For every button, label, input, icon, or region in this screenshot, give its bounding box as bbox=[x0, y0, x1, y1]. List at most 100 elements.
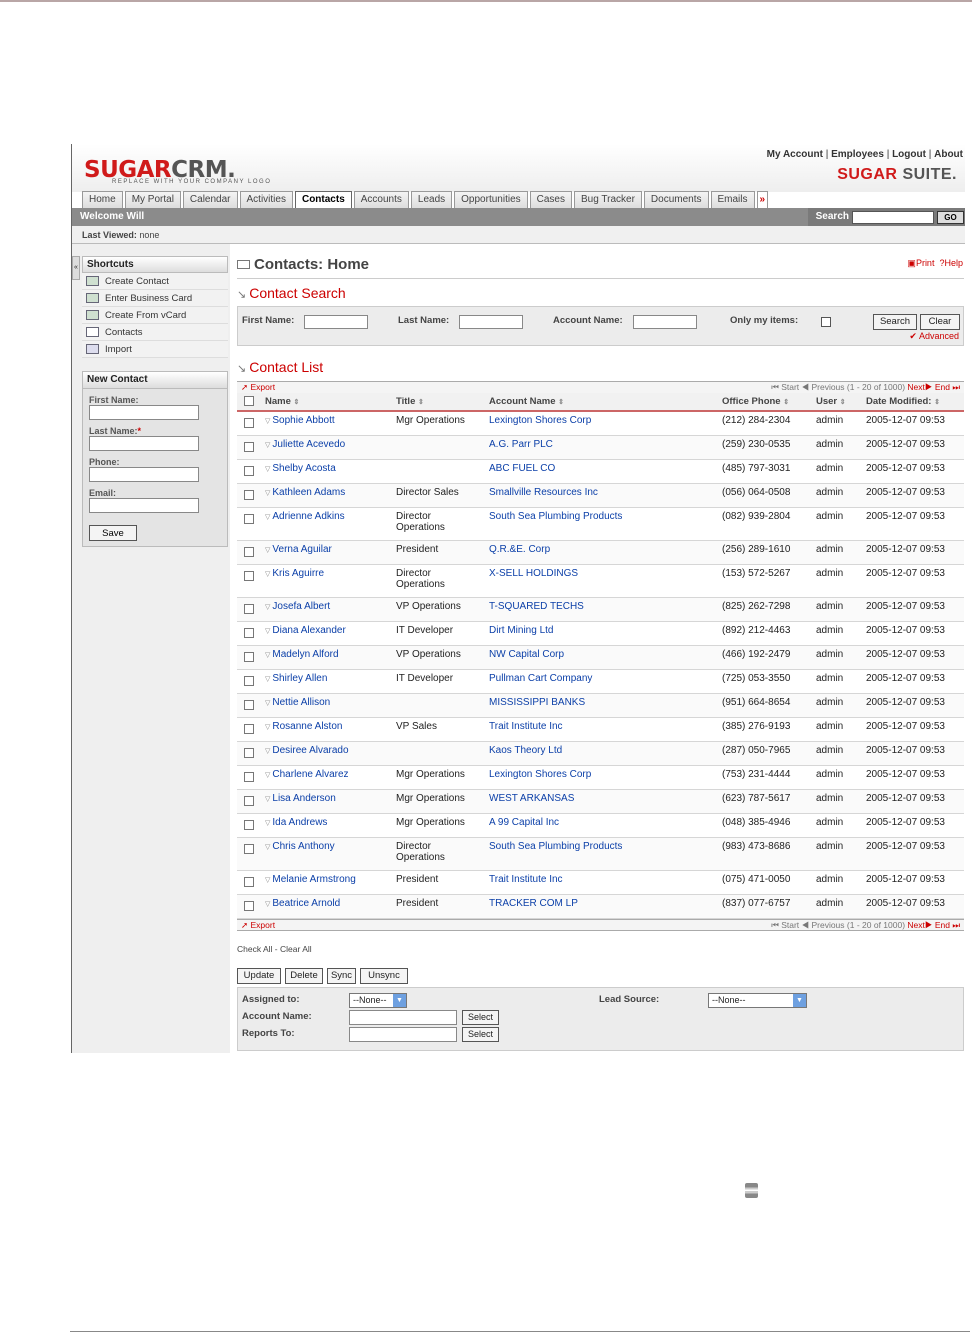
col-account-name[interactable]: Account Name ⇕ bbox=[489, 393, 722, 412]
contact-name-link[interactable]: Shirley Allen bbox=[272, 673, 327, 684]
global-search-input[interactable] bbox=[852, 210, 934, 224]
row-checkbox[interactable] bbox=[244, 441, 254, 452]
save-button[interactable]: Save bbox=[89, 525, 137, 541]
collapse-sidebar-icon[interactable]: « bbox=[72, 256, 80, 280]
account-name-link[interactable]: A.G. Parr PLC bbox=[489, 439, 553, 450]
contact-name-link[interactable]: Melanie Armstrong bbox=[272, 874, 355, 885]
tab-calendar[interactable]: Calendar bbox=[182, 191, 238, 208]
row-checkbox[interactable] bbox=[244, 900, 254, 911]
tab-home[interactable]: Home bbox=[82, 191, 123, 208]
contact-name-link[interactable]: Desiree Alvarado bbox=[272, 745, 348, 756]
account-name-link[interactable]: Dirt Mining Ltd bbox=[489, 625, 553, 636]
shortcut-contacts[interactable]: Contacts bbox=[82, 324, 228, 341]
row-checkbox[interactable] bbox=[244, 771, 254, 782]
account-name-link[interactable]: Pullman Cart Company bbox=[489, 673, 592, 684]
assigned-to-select[interactable]: --None-- ▼ bbox=[349, 993, 407, 1008]
pager-previous[interactable]: Previous bbox=[811, 920, 844, 930]
new-contact-last-name-field[interactable] bbox=[89, 436, 199, 451]
row-checkbox[interactable] bbox=[244, 843, 254, 854]
col-date-modified[interactable]: Date Modified: ⇕ bbox=[866, 393, 964, 412]
expand-icon[interactable]: ▽ bbox=[265, 604, 270, 611]
tab-cases[interactable]: Cases bbox=[529, 191, 572, 208]
account-name-link[interactable]: Q.R.&E. Corp bbox=[489, 544, 550, 555]
tab-emails[interactable]: Emails bbox=[710, 191, 755, 208]
col-name[interactable]: Name ⇕ bbox=[265, 393, 396, 412]
pager-next[interactable]: Next bbox=[907, 920, 924, 930]
expand-icon[interactable]: ▽ bbox=[265, 547, 270, 554]
new-contact-phone-field[interactable] bbox=[89, 467, 199, 482]
advanced-search-link[interactable]: ✔ Advanced bbox=[909, 331, 959, 342]
row-checkbox[interactable] bbox=[244, 570, 254, 581]
account-name-link[interactable]: TRACKER COM LP bbox=[489, 898, 578, 909]
my-account-link[interactable]: My Account bbox=[767, 149, 823, 160]
expand-icon[interactable]: ▽ bbox=[265, 442, 270, 449]
expand-icon[interactable]: ▽ bbox=[265, 418, 270, 425]
contact-name-link[interactable]: Kathleen Adams bbox=[272, 487, 345, 498]
row-checkbox[interactable] bbox=[244, 651, 254, 662]
row-checkbox[interactable] bbox=[244, 723, 254, 734]
account-name-link[interactable]: Kaos Theory Ltd bbox=[489, 745, 562, 756]
row-checkbox[interactable] bbox=[244, 513, 254, 524]
contact-name-link[interactable]: Chris Anthony bbox=[272, 841, 334, 852]
unsync-button[interactable]: Unsync bbox=[360, 968, 408, 984]
print-link[interactable]: Print bbox=[916, 258, 935, 268]
account-name-link[interactable]: WEST ARKANSAS bbox=[489, 793, 574, 804]
row-checkbox[interactable] bbox=[244, 699, 254, 710]
pager-start[interactable]: Start bbox=[781, 920, 799, 930]
reports-to-field[interactable] bbox=[349, 1027, 457, 1042]
contact-name-link[interactable]: Adrienne Adkins bbox=[272, 511, 344, 522]
row-checkbox[interactable] bbox=[244, 627, 254, 638]
contact-name-link[interactable]: Sophie Abbott bbox=[272, 415, 334, 426]
contact-name-link[interactable]: Lisa Anderson bbox=[272, 793, 335, 804]
pager-next[interactable]: Next bbox=[907, 382, 924, 392]
contact-name-link[interactable]: Shelby Acosta bbox=[272, 463, 335, 474]
contact-name-link[interactable]: Rosanne Alston bbox=[272, 721, 342, 732]
shortcut-enter-business-card[interactable]: Enter Business Card bbox=[82, 290, 228, 307]
expand-icon[interactable]: ▽ bbox=[265, 652, 270, 659]
contact-name-link[interactable]: Nettie Allison bbox=[272, 697, 330, 708]
employees-link[interactable]: Employees bbox=[831, 149, 884, 160]
account-name-link[interactable]: MISSISSIPPI BANKS bbox=[489, 697, 585, 708]
shortcut-create-from-vcard[interactable]: Create From vCard bbox=[82, 307, 228, 324]
account-name-link[interactable]: A 99 Capital Inc bbox=[489, 817, 559, 828]
tab-documents[interactable]: Documents bbox=[643, 191, 709, 208]
expand-icon[interactable]: ▽ bbox=[265, 571, 270, 578]
col-office-phone[interactable]: Office Phone ⇕ bbox=[722, 393, 816, 412]
pager-end[interactable]: End bbox=[935, 920, 950, 930]
expand-icon[interactable]: ▽ bbox=[265, 772, 270, 779]
shortcut-create-contact[interactable]: Create Contact bbox=[82, 273, 228, 290]
row-checkbox[interactable] bbox=[244, 603, 254, 614]
account-name-link[interactable]: X-SELL HOLDINGS bbox=[489, 568, 578, 579]
pager-end[interactable]: End bbox=[935, 382, 950, 392]
about-link[interactable]: About bbox=[934, 149, 963, 160]
account-name-link[interactable]: NW Capital Corp bbox=[489, 649, 564, 660]
search-first-name-input[interactable] bbox=[304, 315, 368, 329]
account-name-link[interactable]: Lexington Shores Corp bbox=[489, 769, 591, 780]
row-checkbox[interactable] bbox=[244, 418, 254, 428]
expand-icon[interactable]: ▽ bbox=[265, 514, 270, 521]
only-my-items-checkbox[interactable] bbox=[821, 317, 831, 327]
tab-leads[interactable]: Leads bbox=[410, 191, 453, 208]
account-name-link[interactable]: Smallville Resources Inc bbox=[489, 487, 598, 498]
search-account-name-input[interactable] bbox=[633, 315, 697, 329]
contact-name-link[interactable]: Josefa Albert bbox=[272, 601, 330, 612]
row-checkbox[interactable] bbox=[244, 489, 254, 500]
contact-name-link[interactable]: Kris Aguirre bbox=[272, 568, 324, 579]
expand-icon[interactable]: ▽ bbox=[265, 676, 270, 683]
account-name-link[interactable]: ABC FUEL CO bbox=[489, 463, 555, 474]
expand-icon[interactable]: ▽ bbox=[265, 724, 270, 731]
tab-accounts[interactable]: Accounts bbox=[353, 191, 409, 208]
col-title[interactable]: Title ⇕ bbox=[396, 393, 489, 412]
expand-icon[interactable]: ▽ bbox=[265, 490, 270, 497]
account-name-link[interactable]: T-SQUARED TECHS bbox=[489, 601, 584, 612]
account-name-field[interactable] bbox=[349, 1010, 457, 1025]
export-link[interactable]: ➚ Export bbox=[241, 382, 275, 393]
header-checkbox[interactable] bbox=[244, 396, 254, 406]
row-checkbox[interactable] bbox=[244, 546, 254, 557]
shortcut-import[interactable]: Import bbox=[82, 341, 228, 358]
expand-icon[interactable]: ▽ bbox=[265, 628, 270, 635]
contact-name-link[interactable]: Ida Andrews bbox=[272, 817, 327, 828]
expand-icon[interactable]: ▽ bbox=[265, 820, 270, 827]
new-contact-first-name-field[interactable] bbox=[89, 405, 199, 420]
contact-name-link[interactable]: Beatrice Arnold bbox=[272, 898, 340, 909]
